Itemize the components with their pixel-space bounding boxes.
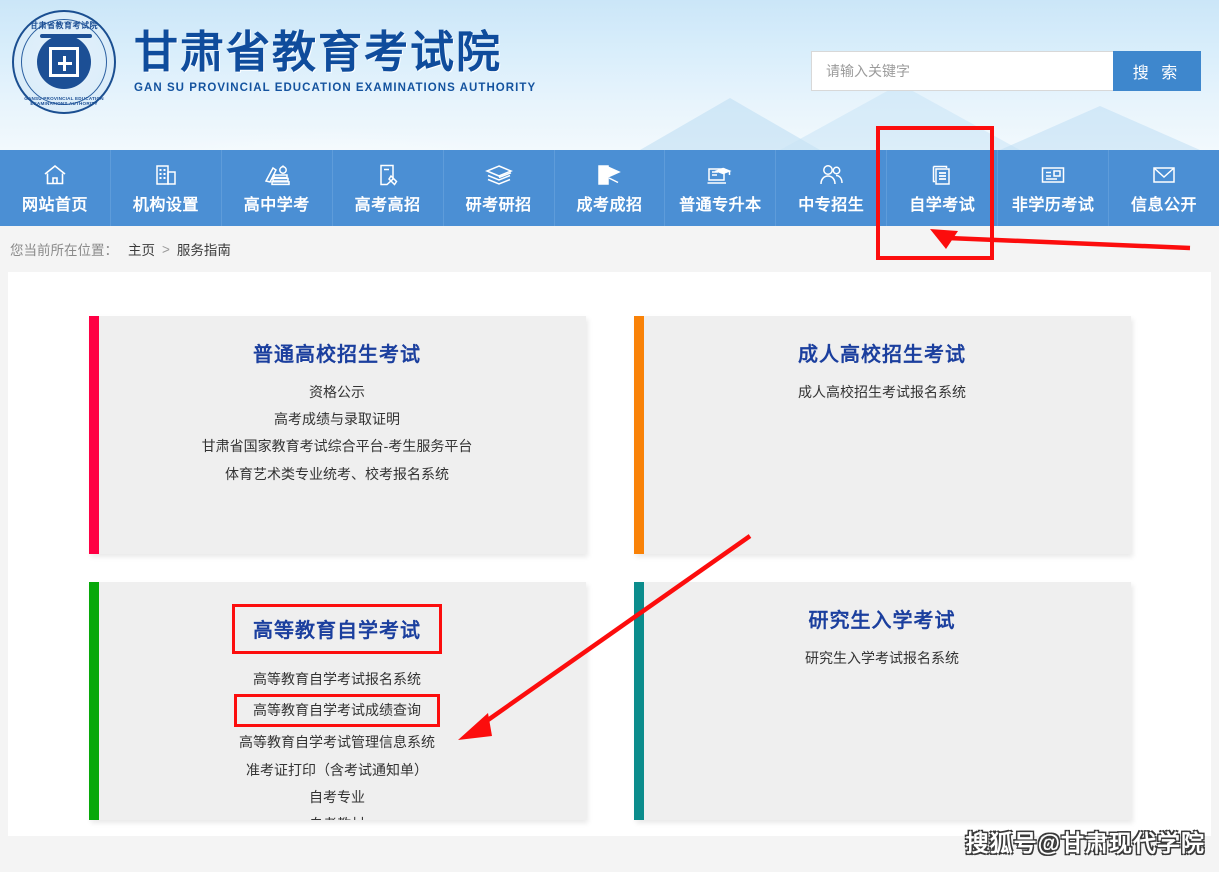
card-putong-gaoxiao: 普通高校招生考试 资格公示 高考成绩与录取证明 甘肃省国家教育考试综合平台-考生… bbox=[88, 316, 586, 554]
site-title-wrap: 甘肃省教育考试院 GAN SU PROVINCIAL EDUCATION EXA… bbox=[134, 27, 537, 94]
id-card-icon bbox=[1039, 162, 1067, 188]
card-link[interactable]: 自考专业 bbox=[309, 788, 365, 806]
nav-label: 高中学考 bbox=[243, 196, 310, 214]
card-link[interactable]: 资格公示 bbox=[309, 383, 365, 401]
home-icon bbox=[42, 162, 68, 188]
nav-item-non-degree-exam[interactable]: 非学历考试 bbox=[998, 150, 1110, 226]
nav-label: 网站首页 bbox=[21, 196, 88, 214]
nav-label: 研考研招 bbox=[465, 196, 532, 214]
card-yanjiusheng: 研究生入学考试 研究生入学考试报名系统 bbox=[633, 582, 1131, 820]
seal-core bbox=[37, 35, 91, 89]
breadcrumb-home-link[interactable]: 主页 bbox=[128, 239, 155, 259]
main-content-panel: 普通高校招生考试 资格公示 高考成绩与录取证明 甘肃省国家教育考试综合平台-考生… bbox=[8, 272, 1211, 836]
card-title-text: 研究生入学考试 bbox=[808, 610, 956, 632]
nav-item-graduate-exam[interactable]: 研考研招 bbox=[444, 150, 555, 226]
site-logo-block[interactable]: 甘肃省教育考试院 GANSU PROVINCIAL EDUCATION EXAM… bbox=[12, 10, 536, 114]
laptop-cap-icon bbox=[706, 162, 734, 188]
card-link-list: 资格公示 高考成绩与录取证明 甘肃省国家教育考试综合平台-考生服务平台 体育艺术… bbox=[105, 383, 570, 483]
seal-glyph-icon bbox=[49, 47, 79, 77]
nav-item-self-study-exam[interactable]: 自学考试 bbox=[887, 150, 999, 226]
nav-item-gaokao[interactable]: 高考高招 bbox=[333, 150, 444, 226]
nav-item-information-disclosure[interactable]: 信息公开 bbox=[1109, 150, 1219, 226]
card-link[interactable]: 体育艺术类专业统考、校考报名系统 bbox=[225, 465, 449, 483]
nav-label: 高考高招 bbox=[354, 196, 421, 214]
nav-item-zhuanshengben[interactable]: 普通专升本 bbox=[665, 150, 777, 226]
card-accent-bar bbox=[88, 582, 99, 820]
card-link[interactable]: 甘肃省国家教育考试综合平台-考生服务平台 bbox=[202, 437, 473, 455]
site-header: 甘肃省教育考试院 GANSU PROVINCIAL EDUCATION EXAM… bbox=[0, 0, 1219, 150]
card-link[interactable]: 高考成绩与录取证明 bbox=[274, 410, 400, 428]
card-title: 研究生入学考试 bbox=[650, 604, 1115, 633]
nav-label: 成考成招 bbox=[576, 196, 643, 214]
search-button[interactable]: 搜 索 bbox=[1113, 51, 1201, 91]
card-link[interactable]: 高等教育自学考试管理信息系统 bbox=[239, 733, 435, 751]
card-title-text: 成人高校招生考试 bbox=[798, 344, 966, 366]
envelope-icon bbox=[1150, 162, 1178, 188]
search-input[interactable] bbox=[811, 51, 1113, 91]
nav-item-vocational[interactable]: 中专招生 bbox=[776, 150, 888, 226]
card-link[interactable]: 成人高校招生考试报名系统 bbox=[798, 383, 966, 401]
stacked-pages-icon bbox=[929, 162, 955, 188]
building-icon bbox=[153, 162, 179, 188]
header-mountain-decoration bbox=[780, 84, 1020, 150]
card-accent-bar bbox=[88, 316, 99, 554]
card-link-list: 高等教育自学考试报名系统 高等教育自学考试成绩查询 高等教育自学考试管理信息系统… bbox=[105, 670, 570, 820]
graduation-cap-icon bbox=[484, 162, 513, 188]
card-link-highlighted[interactable]: 高等教育自学考试成绩查询 bbox=[234, 694, 440, 728]
card-title: 成人高校招生考试 bbox=[650, 338, 1115, 367]
card-title: 高等教育自学考试 bbox=[105, 604, 570, 654]
site-subtitle: GAN SU PROVINCIAL EDUCATION EXAMINATIONS… bbox=[134, 81, 537, 94]
card-title-text-highlighted: 高等教育自学考试 bbox=[232, 604, 442, 654]
card-title-text: 普通高校招生考试 bbox=[253, 344, 421, 366]
nav-label: 非学历考试 bbox=[1011, 196, 1095, 214]
card-link[interactable]: 自考教材 bbox=[309, 815, 365, 820]
main-navigation: 网站首页 机构设置 高中学考 高考高招 研考研招 成考成招 普通专升本 中专招生… bbox=[0, 150, 1219, 226]
service-card-grid: 普通高校招生考试 资格公示 高考成绩与录取证明 甘肃省国家教育考试综合平台-考生… bbox=[8, 316, 1211, 820]
nav-item-adult-exam[interactable]: 成考成招 bbox=[555, 150, 666, 226]
header-mountain-decoration bbox=[1000, 106, 1200, 150]
card-link[interactable]: 准考证打印（含考试通知单） bbox=[246, 761, 428, 779]
seal-bottom-text: GANSU PROVINCIAL EDUCATION EXAMINATIONS … bbox=[24, 96, 104, 106]
exam-paper-pen-icon bbox=[376, 162, 400, 188]
card-zixue-kaoshi: 高等教育自学考试 高等教育自学考试报名系统 高等教育自学考试成绩查询 高等教育自… bbox=[88, 582, 586, 820]
card-accent-bar bbox=[633, 582, 644, 820]
card-link[interactable]: 研究生入学考试报名系统 bbox=[805, 649, 959, 667]
people-icon bbox=[817, 162, 845, 188]
breadcrumb: 您当前所在位置： 主页 > 服务指南 bbox=[0, 226, 1219, 272]
card-chengren-gaoxiao: 成人高校招生考试 成人高校招生考试报名系统 bbox=[633, 316, 1131, 554]
nav-item-highschool-exam[interactable]: 高中学考 bbox=[222, 150, 333, 226]
nav-label: 机构设置 bbox=[132, 196, 199, 214]
breadcrumb-current: 服务指南 bbox=[176, 243, 231, 258]
breadcrumb-separator: > bbox=[162, 241, 170, 257]
breadcrumb-label: 您当前所在位置： bbox=[10, 243, 118, 258]
nav-item-organization[interactable]: 机构设置 bbox=[111, 150, 222, 226]
site-title: 甘肃省教育考试院 bbox=[134, 27, 502, 77]
card-link-list: 研究生入学考试报名系统 bbox=[650, 649, 1115, 667]
nav-label: 自学考试 bbox=[909, 196, 976, 214]
nav-label: 信息公开 bbox=[1131, 196, 1198, 214]
card-accent-bar bbox=[633, 316, 644, 554]
card-link-list: 成人高校招生考试报名系统 bbox=[650, 383, 1115, 401]
card-link[interactable]: 高等教育自学考试报名系统 bbox=[253, 670, 421, 688]
search-bar: 搜 索 bbox=[811, 51, 1201, 91]
book-open-icon bbox=[596, 162, 622, 188]
nav-item-home[interactable]: 网站首页 bbox=[0, 150, 111, 226]
seal-top-text: 甘肃省教育考试院 bbox=[30, 21, 98, 30]
books-apple-icon bbox=[263, 162, 291, 188]
card-title: 普通高校招生考试 bbox=[105, 338, 570, 367]
official-seal-logo: 甘肃省教育考试院 GANSU PROVINCIAL EDUCATION EXAM… bbox=[12, 10, 116, 114]
nav-label: 中专招生 bbox=[798, 196, 865, 214]
watermark-text: 搜狐号@甘肃现代学院 bbox=[965, 830, 1205, 856]
nav-label: 普通专升本 bbox=[679, 196, 762, 214]
